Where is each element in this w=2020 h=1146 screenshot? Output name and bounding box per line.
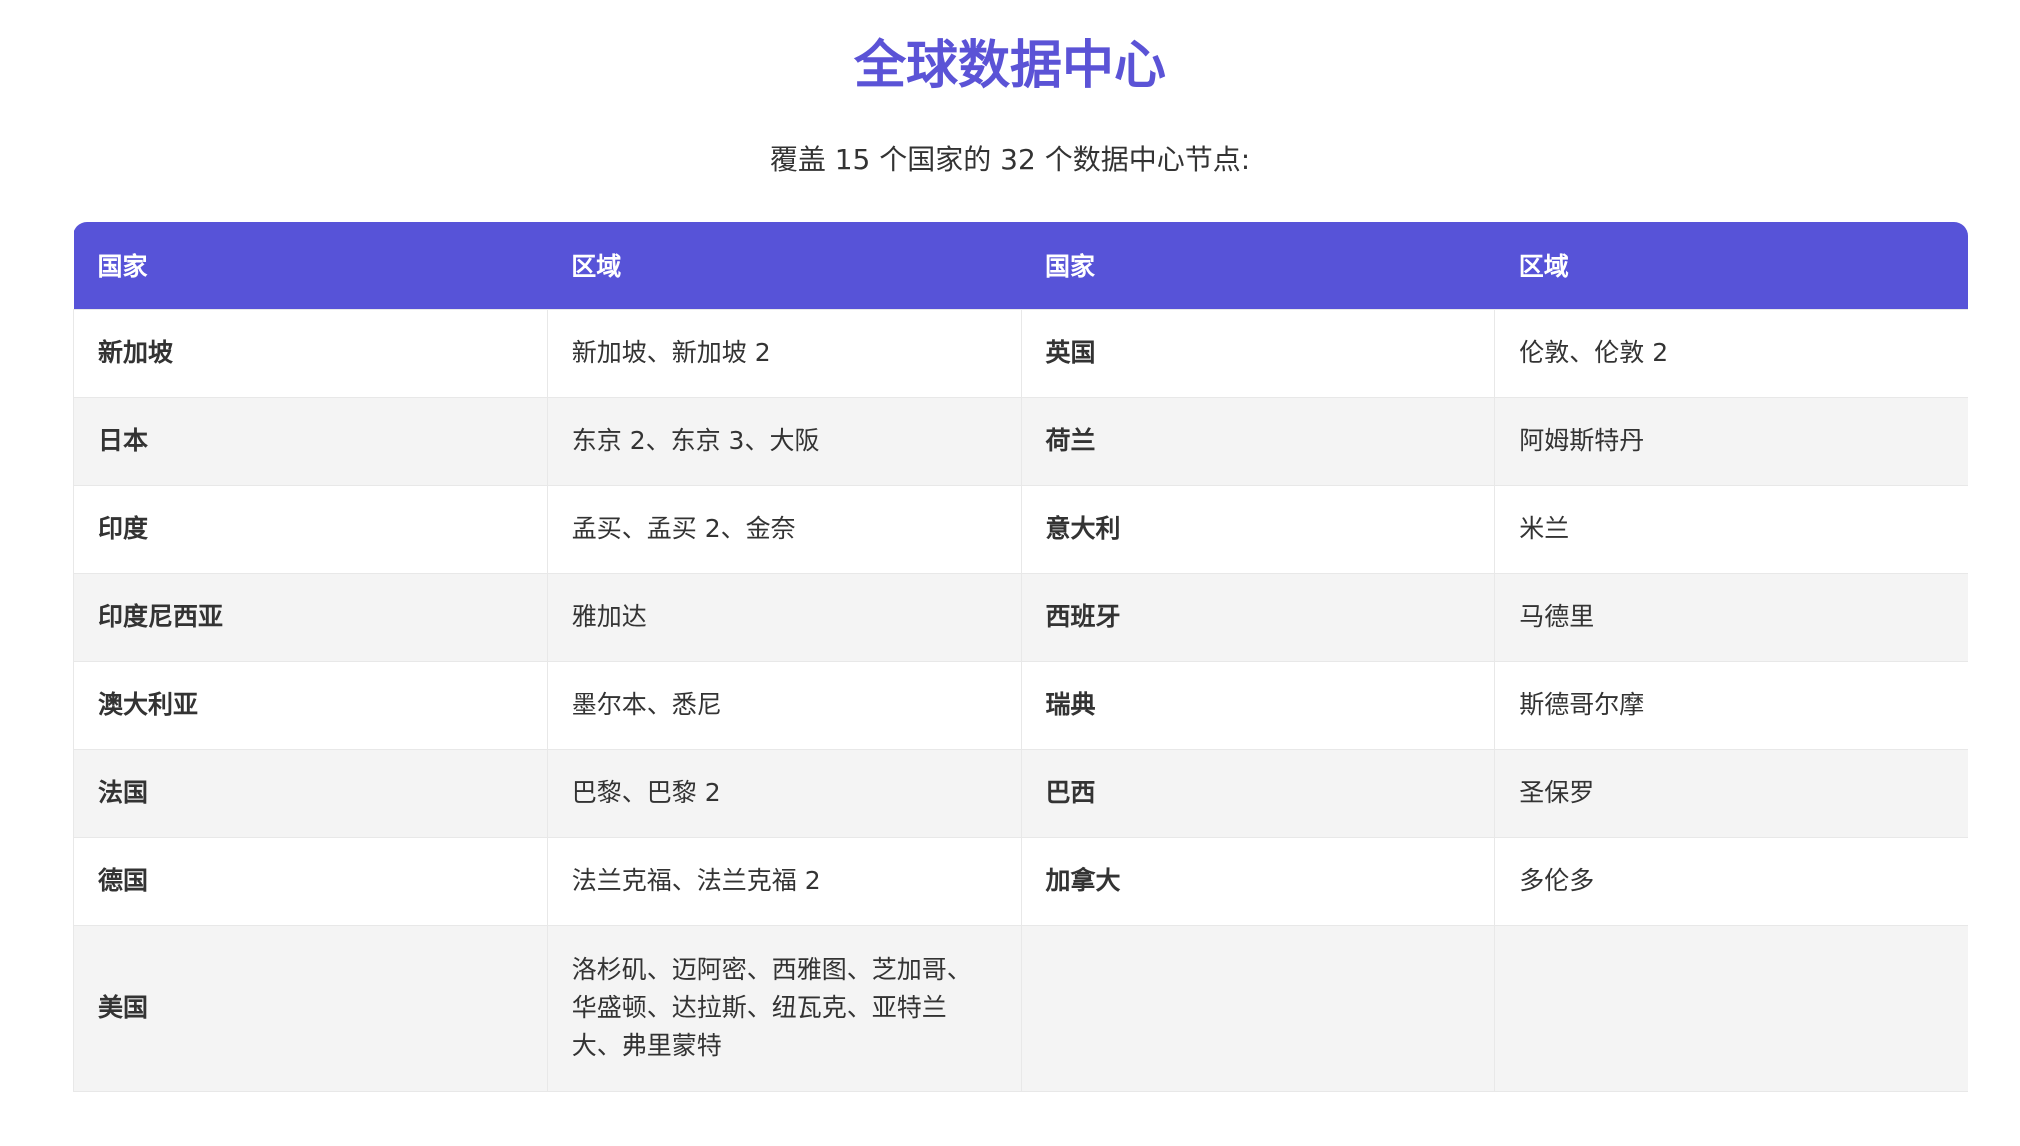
country-cell: 西班牙 (1020, 572, 1496, 662)
regions-cell (1494, 924, 1968, 1092)
table-row: 印度尼西亚 雅加达 西班牙 马德里 (73, 572, 1968, 662)
header-country-2: 国家 (1045, 252, 1096, 282)
page-subtitle: 覆盖 15 个国家的 32 个数据中心节点: (769, 143, 1251, 176)
regions-cell: 圣保罗 (1494, 748, 1968, 838)
header-region-2: 区域 (1518, 252, 1569, 282)
country-cell: 日本 (73, 396, 548, 486)
country-cell: 意大利 (1020, 484, 1496, 574)
table-header: 国家 区域 国家 区域 (73, 222, 1968, 309)
page-title: 全球数据中心 (853, 36, 1166, 96)
table-row: 美国 洛杉矶、迈阿密、西雅图、芝加哥、华盛顿、达拉斯、纽瓦克、亚特兰大、弗里蒙特 (73, 924, 1968, 1092)
table-row: 印度 孟买、孟买 2、金奈 意大利 米兰 (73, 484, 1968, 574)
regions-cell: 米兰 (1494, 484, 1968, 574)
country-cell: 加拿大 (1020, 836, 1496, 926)
table-body: 新加坡 新加坡、新加坡 2 英国 伦敦、伦敦 2 日本 东京 2、东京 3、大阪… (73, 308, 1968, 1092)
regions-cell: 洛杉矶、迈阿密、西雅图、芝加哥、华盛顿、达拉斯、纽瓦克、亚特兰大、弗里蒙特 (546, 924, 1022, 1092)
country-cell: 澳大利亚 (73, 660, 548, 750)
table-row: 法国 巴黎、巴黎 2 巴西 圣保罗 (73, 748, 1968, 838)
datacenter-table: 国家 区域 国家 区域 新加坡 新加坡、新加坡 2 英国 伦敦、伦敦 2 日本 … (73, 222, 1968, 1092)
country-cell: 新加坡 (73, 308, 548, 398)
country-cell: 瑞典 (1020, 660, 1496, 750)
regions-cell: 斯德哥尔摩 (1494, 660, 1968, 750)
header-region-1: 区域 (571, 252, 622, 282)
country-cell: 法国 (73, 748, 548, 838)
regions-cell: 雅加达 (546, 572, 1022, 662)
regions-cell: 多伦多 (1494, 836, 1968, 926)
table-row: 新加坡 新加坡、新加坡 2 英国 伦敦、伦敦 2 (73, 308, 1968, 398)
regions-cell: 巴黎、巴黎 2 (546, 748, 1022, 838)
country-cell: 巴西 (1020, 748, 1496, 838)
table-row: 日本 东京 2、东京 3、大阪 荷兰 阿姆斯特丹 (73, 396, 1968, 486)
table-row: 澳大利亚 墨尔本、悉尼 瑞典 斯德哥尔摩 (73, 660, 1968, 750)
regions-cell: 孟买、孟买 2、金奈 (546, 484, 1022, 574)
country-cell: 德国 (73, 836, 548, 926)
country-cell (1020, 924, 1496, 1092)
regions-cell: 法兰克福、法兰克福 2 (546, 836, 1022, 926)
country-cell: 荷兰 (1020, 396, 1496, 486)
regions-cell: 马德里 (1494, 572, 1968, 662)
regions-cell: 伦敦、伦敦 2 (1494, 308, 1968, 398)
regions-cell: 新加坡、新加坡 2 (546, 308, 1022, 398)
regions-cell: 东京 2、东京 3、大阪 (546, 396, 1022, 486)
table-row: 德国 法兰克福、法兰克福 2 加拿大 多伦多 (73, 836, 1968, 926)
country-cell: 印度 (73, 484, 548, 574)
country-cell: 印度尼西亚 (73, 572, 548, 662)
page: 全球数据中心 覆盖 15 个国家的 32 个数据中心节点: 国家 区域 国家 区… (0, 0, 2020, 1146)
country-cell: 美国 (73, 924, 548, 1092)
header-country-1: 国家 (97, 252, 148, 282)
regions-cell: 阿姆斯特丹 (1494, 396, 1968, 486)
datacenter-table-container: 国家 区域 国家 区域 新加坡 新加坡、新加坡 2 英国 伦敦、伦敦 2 日本 … (73, 222, 1968, 1092)
regions-cell: 墨尔本、悉尼 (546, 660, 1022, 750)
table-header-row: 国家 区域 国家 区域 (73, 222, 1968, 309)
country-cell: 英国 (1020, 308, 1496, 398)
